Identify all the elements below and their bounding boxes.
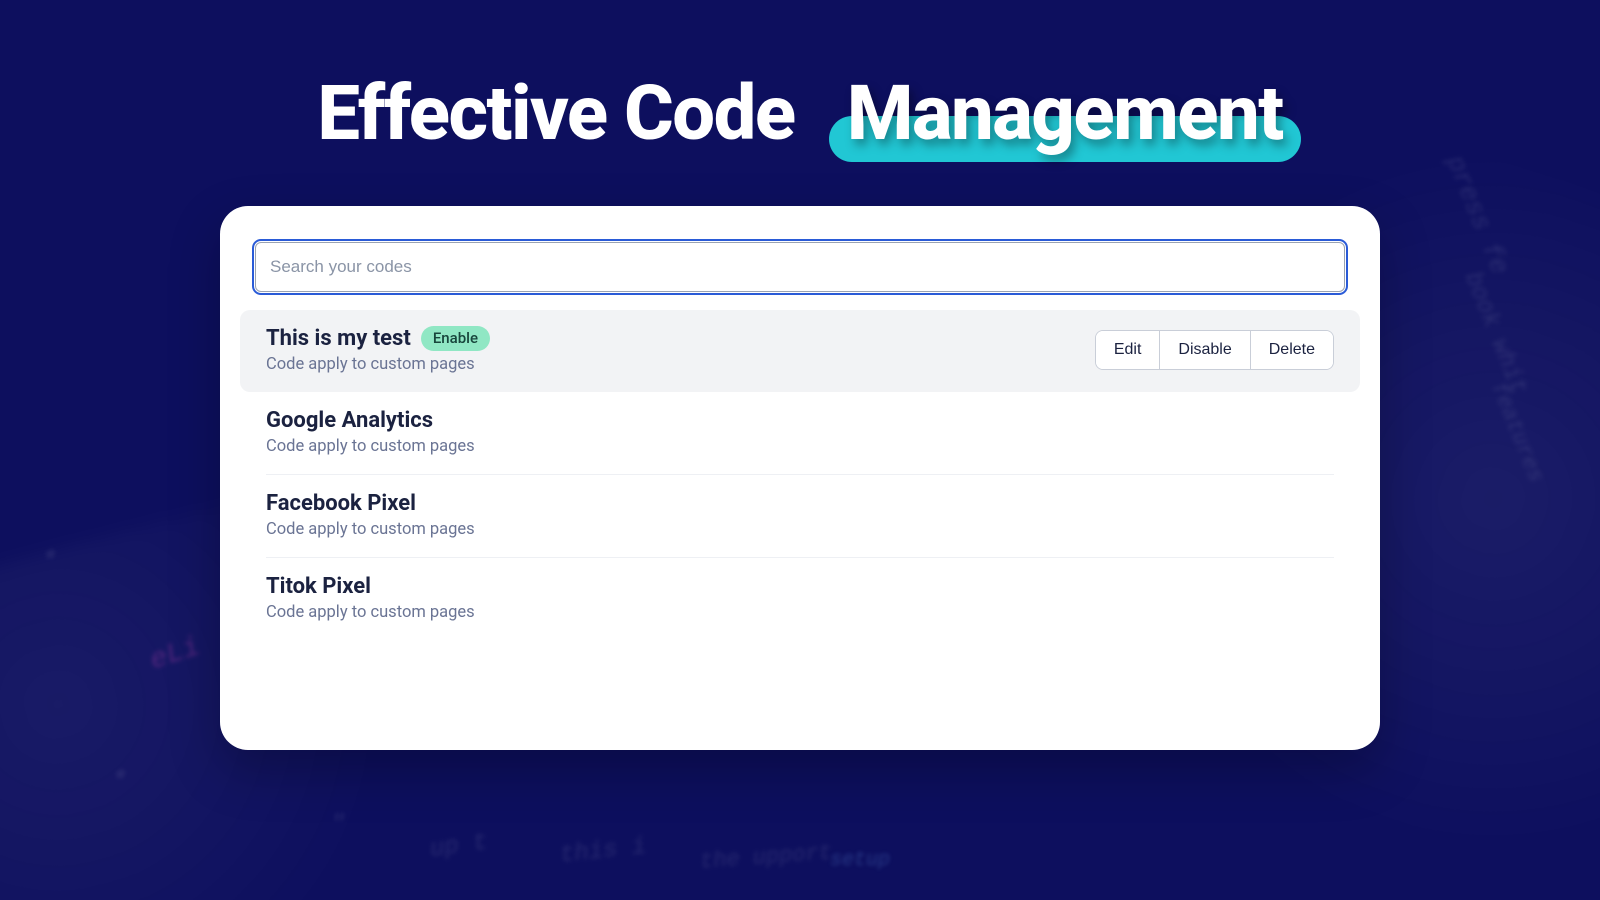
code-subtitle: Code apply to custom pages [266, 520, 475, 539]
codes-list: This is my test Enable Code apply to cus… [240, 310, 1360, 640]
code-title: This is my test [266, 326, 411, 351]
search-input[interactable] [255, 242, 1345, 292]
enable-badge: Enable [421, 326, 490, 351]
headline-word1: Effective Code [317, 68, 794, 158]
code-row[interactable]: Facebook Pixel Code apply to custom page… [240, 475, 1360, 557]
code-subtitle: Code apply to custom pages [266, 355, 490, 374]
page-headline: Effective Code Management [0, 0, 1600, 158]
code-row[interactable]: Google Analytics Code apply to custom pa… [240, 392, 1360, 474]
code-title: Titok Pixel [266, 574, 371, 599]
headline-word2: Management [847, 68, 1283, 158]
code-subtitle: Code apply to custom pages [266, 437, 475, 456]
code-title: Google Analytics [266, 408, 433, 433]
disable-button[interactable]: Disable [1159, 331, 1249, 369]
codes-card: This is my test Enable Code apply to cus… [220, 206, 1380, 750]
code-row[interactable]: Titok Pixel Code apply to custom pages [240, 558, 1360, 640]
code-row[interactable]: This is my test Enable Code apply to cus… [240, 310, 1360, 392]
code-title: Facebook Pixel [266, 491, 416, 516]
code-subtitle: Code apply to custom pages [266, 603, 475, 622]
delete-button[interactable]: Delete [1250, 331, 1333, 369]
edit-button[interactable]: Edit [1096, 331, 1160, 369]
row-actions: Edit Disable Delete [1095, 330, 1334, 370]
